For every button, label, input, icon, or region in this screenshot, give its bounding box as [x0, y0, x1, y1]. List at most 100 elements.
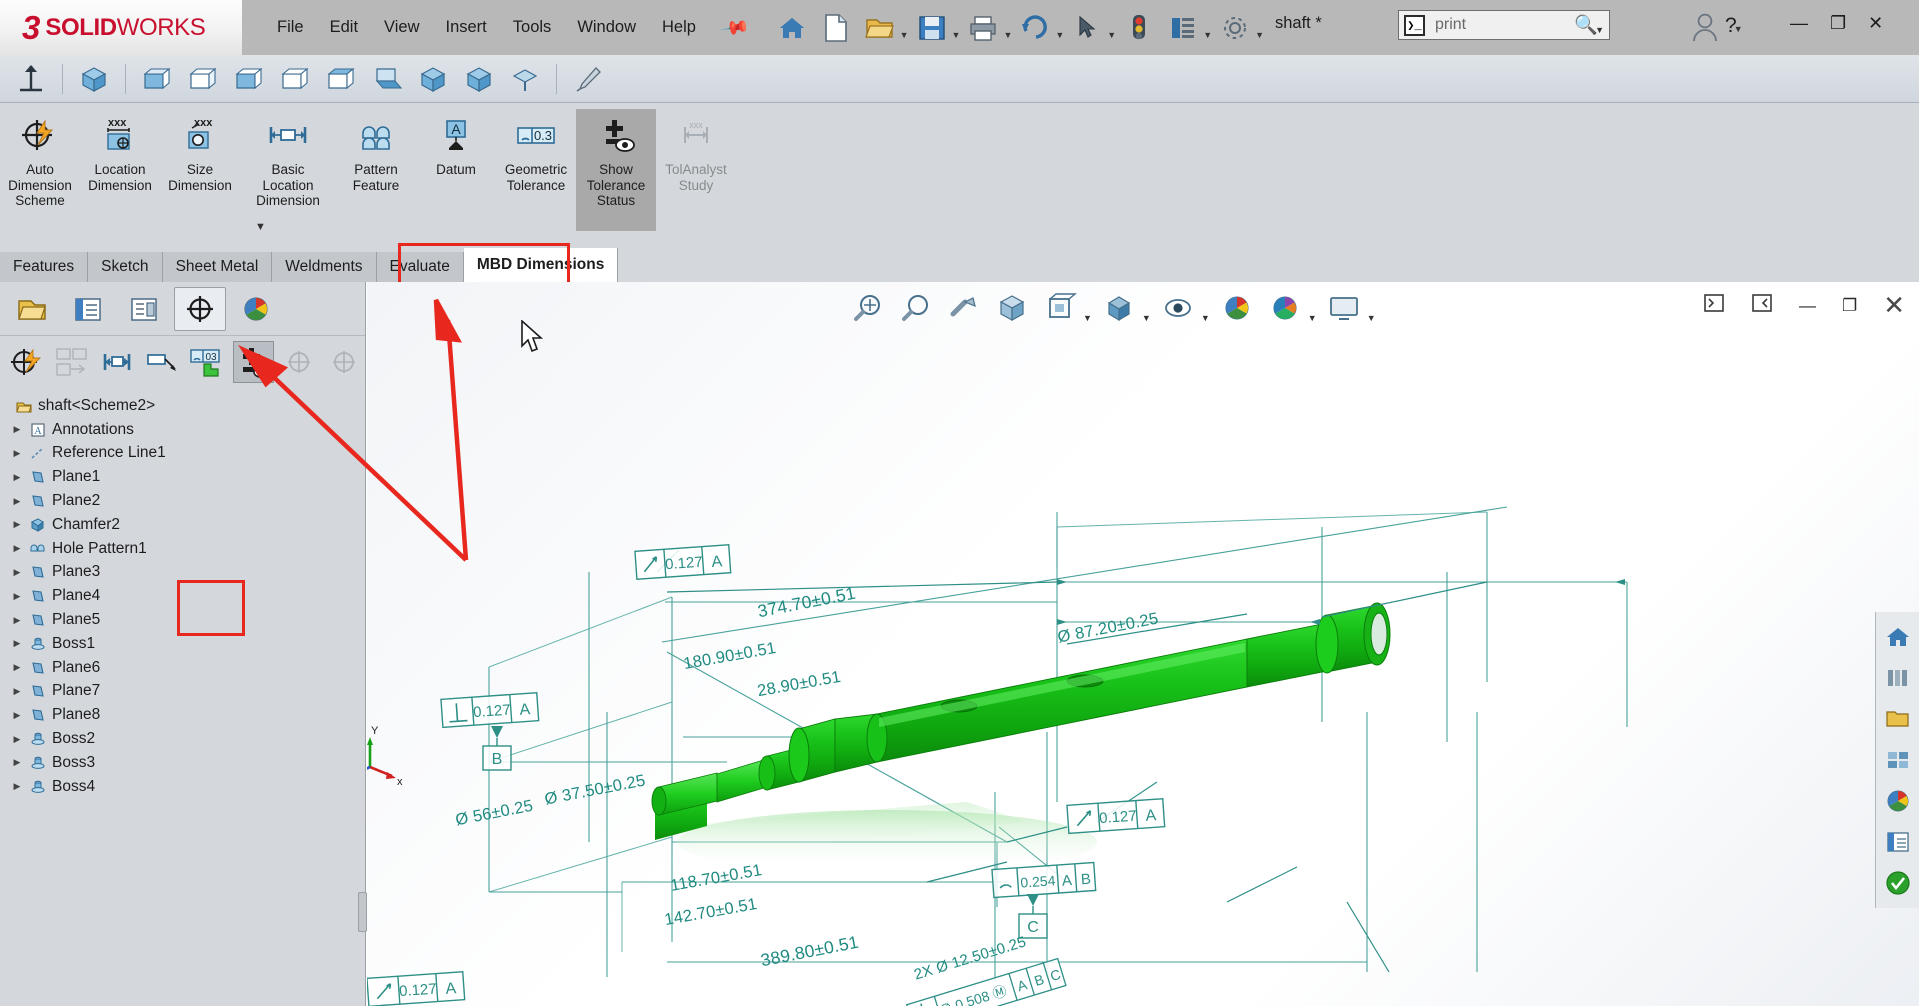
normal-to-icon[interactable]	[504, 59, 546, 99]
print-icon[interactable]	[962, 6, 1004, 50]
chevron-right-icon[interactable]: ▶	[8, 662, 26, 673]
menu-item-tools[interactable]: Tools	[500, 13, 565, 42]
datum-feature-b[interactable]: B	[477, 726, 517, 783]
chevron-down-icon[interactable]: ▼	[255, 221, 266, 233]
chevron-right-icon[interactable]: ▶	[8, 519, 26, 530]
chevron-down-icon[interactable]: ▼	[1255, 30, 1264, 40]
tree-item-plane1[interactable]: ▶ Plane1	[8, 465, 365, 489]
tree-item-chamfer2[interactable]: ▶ Chamfer2	[8, 513, 365, 537]
chevron-right-icon[interactable]: ▶	[8, 567, 26, 578]
chevron-down-icon[interactable]: ▼	[900, 30, 909, 40]
copy-scheme-tool[interactable]	[51, 341, 92, 383]
minimize-icon[interactable]: —	[1790, 13, 1808, 34]
chevron-right-icon[interactable]: ▶	[8, 710, 26, 721]
tolanalyst-study-button[interactable]: xxx TolAnalyst Study	[656, 109, 736, 231]
options-list-icon[interactable]	[1162, 6, 1204, 50]
chevron-right-icon[interactable]: ▶	[8, 781, 26, 792]
dimxpert-settings-tool[interactable]	[324, 341, 365, 383]
front-view-icon[interactable]	[136, 59, 178, 99]
feature-control-frame-right[interactable]: 0.127 A	[1066, 797, 1166, 840]
appearance-brush-icon[interactable]	[567, 59, 609, 99]
chevron-right-icon[interactable]: ▶	[8, 472, 26, 483]
tree-item-plane4[interactable]: ▶ Plane4	[8, 584, 365, 608]
select-icon[interactable]	[1066, 6, 1108, 50]
datum-button[interactable]: A Datum	[416, 109, 496, 231]
feature-control-frame-bottom-left[interactable]: 0.127 A	[367, 970, 466, 1006]
tree-item-annotations[interactable]: ▶ A Annotations	[8, 418, 365, 442]
pattern-feature-button[interactable]: Pattern Feature	[336, 109, 416, 231]
tab-features[interactable]: Features	[0, 252, 89, 282]
chevron-down-icon[interactable]: ▼	[1055, 30, 1064, 40]
panel-resize-grip[interactable]	[358, 892, 367, 932]
configuration-manager-tab[interactable]	[118, 287, 170, 331]
tab-evaluate[interactable]: Evaluate	[376, 252, 464, 282]
search-box[interactable]: ❯_ print 🔍 ▼	[1398, 10, 1610, 40]
chevron-down-icon[interactable]: ▼	[952, 30, 961, 40]
menu-item-insert[interactable]: Insert	[433, 13, 500, 42]
pushpin-icon[interactable]: 📌	[718, 11, 751, 44]
tree-item-hole-pattern1[interactable]: ▶ Hole Pattern1	[8, 537, 365, 561]
location-dimension-button[interactable]: xxx Location Dimension	[80, 109, 160, 231]
tab-sketch[interactable]: Sketch	[88, 252, 163, 282]
menu-item-help[interactable]: Help	[649, 13, 709, 42]
chevron-right-icon[interactable]: ▶	[8, 543, 26, 554]
chevron-right-icon[interactable]: ▶	[8, 615, 26, 626]
dimxpert-manager-tab[interactable]	[174, 286, 226, 331]
bottom-view-icon[interactable]	[366, 59, 408, 99]
menu-item-edit[interactable]: Edit	[317, 13, 371, 42]
user-account-icon[interactable]	[1690, 11, 1720, 48]
appearances-icon[interactable]	[1879, 782, 1917, 820]
chevron-right-icon[interactable]: ▶	[8, 424, 26, 435]
chevron-down-icon[interactable]: ▼	[1203, 30, 1212, 40]
menu-item-view[interactable]: View	[371, 13, 432, 42]
chevron-down-icon[interactable]: ▼	[1595, 25, 1604, 35]
show-tolerance-status-button[interactable]: Show Tolerance Status	[576, 109, 656, 231]
rebuild-icon[interactable]	[1118, 6, 1160, 50]
restore-icon[interactable]: ❐	[1830, 13, 1846, 34]
geometric-tolerance-button[interactable]: 0.3 Geometric Tolerance	[496, 109, 576, 231]
trimetric-view-icon[interactable]	[412, 59, 454, 99]
tree-item-boss4[interactable]: ▶ Boss4	[8, 775, 365, 799]
view-orientation-icon[interactable]	[10, 59, 52, 99]
tree-item-plane5[interactable]: ▶ Plane5	[8, 608, 365, 632]
chevron-down-icon[interactable]: ▼	[1003, 30, 1012, 40]
tab-weldments[interactable]: Weldments	[272, 252, 377, 282]
chevron-right-icon[interactable]: ▶	[8, 638, 26, 649]
tree-item-plane8[interactable]: ▶ Plane8	[8, 703, 365, 727]
new-document-icon[interactable]	[815, 6, 857, 50]
tab-mbd-dimensions[interactable]: MBD Dimensions	[463, 248, 619, 282]
datum-leader-tool[interactable]	[142, 341, 183, 383]
tree-item-boss1[interactable]: ▶ Boss1	[8, 632, 365, 656]
gear-icon[interactable]	[1214, 6, 1256, 50]
mbd-check-icon[interactable]	[1879, 864, 1917, 902]
tree-item-plane7[interactable]: ▶ Plane7	[8, 680, 365, 704]
menu-item-file[interactable]: File	[264, 13, 317, 42]
chevron-down-icon[interactable]: ▼	[1107, 30, 1116, 40]
open-document-icon[interactable]	[859, 6, 901, 50]
save-icon[interactable]	[911, 6, 953, 50]
chevron-right-icon[interactable]: ▶	[8, 591, 26, 602]
tree-item-boss3[interactable]: ▶ Boss3	[8, 751, 365, 775]
size-dimension-tool[interactable]	[97, 341, 138, 383]
chevron-right-icon[interactable]: ▶	[8, 686, 26, 697]
library-icon[interactable]	[1879, 659, 1917, 697]
custom-properties-icon[interactable]	[1879, 823, 1917, 861]
view-palette-icon[interactable]	[1879, 741, 1917, 779]
view-home-icon[interactable]	[1879, 618, 1917, 656]
chevron-down-icon[interactable]: ▼	[1734, 24, 1743, 34]
tolerance-analysis-tool[interactable]	[278, 341, 319, 383]
auto-dimension-scheme-tool[interactable]	[6, 341, 47, 383]
graphics-viewport[interactable]: ▼ ▼ ▼ ▼ ▼ — ❐ ✕ 0.127 A 0.127 A B 0.127 …	[367, 282, 1919, 1006]
tree-item-plane2[interactable]: ▶ Plane2	[8, 489, 365, 513]
tab-sheet-metal[interactable]: Sheet Metal	[162, 252, 273, 282]
right-view-icon[interactable]	[274, 59, 316, 99]
size-dimension-button[interactable]: xxx Size Dimension	[160, 109, 240, 231]
chevron-right-icon[interactable]: ▶	[8, 734, 26, 745]
basic-location-dimension-button[interactable]: Basic Location Dimension	[240, 109, 336, 231]
property-manager-tab[interactable]	[62, 287, 114, 331]
show-tolerance-status-tool[interactable]	[232, 341, 275, 383]
shaft-3d-model[interactable]	[651, 602, 1391, 840]
display-manager-tab[interactable]	[230, 287, 282, 331]
tree-item-plane3[interactable]: ▶ Plane3	[8, 561, 365, 585]
dimetric-view-icon[interactable]	[458, 59, 500, 99]
